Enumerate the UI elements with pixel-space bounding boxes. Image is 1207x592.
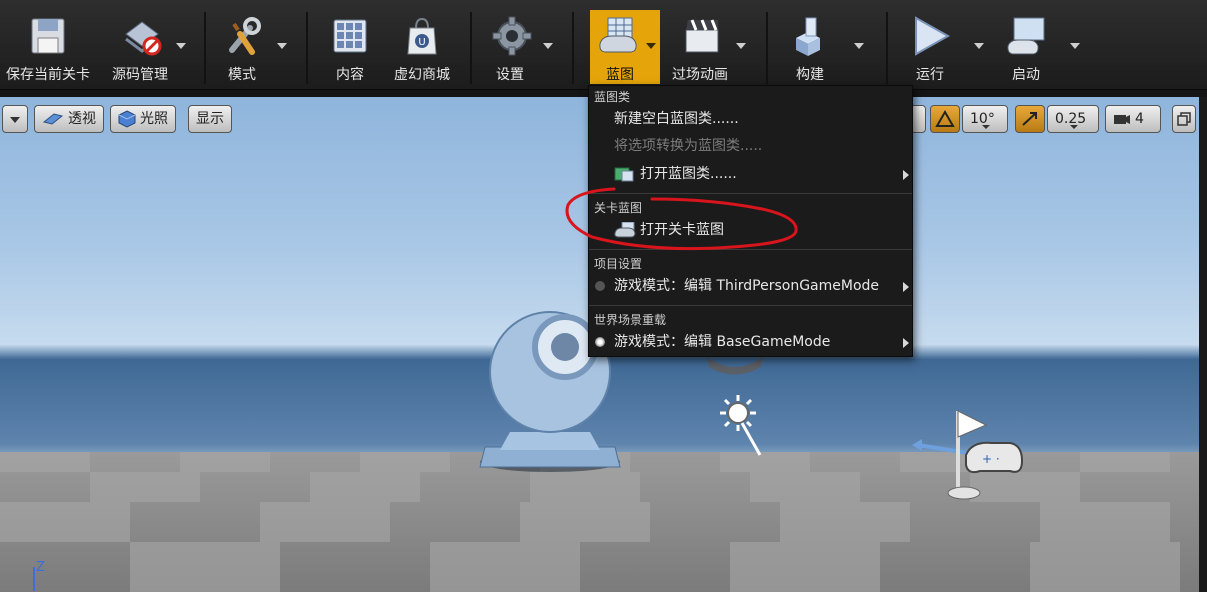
convert-to-blueprint-label: 将选项转换为蓝图类..... [614, 138, 763, 154]
perspective-button[interactable]: 透视 [34, 105, 104, 133]
toolbar-separator [886, 12, 888, 84]
show-button[interactable]: 显示 [188, 105, 232, 133]
source-control-dropdown-caret[interactable] [176, 43, 186, 49]
play-triangle-icon [915, 16, 951, 56]
marketplace-label: 虚幻商城 [394, 67, 450, 83]
rotation-snap-toggle[interactable] [930, 105, 960, 133]
play-dropdown-caret[interactable] [974, 43, 984, 49]
viewport-right-border [1199, 97, 1207, 592]
chevron-down-icon [1070, 125, 1078, 129]
camera-speed-label: 4 [1135, 111, 1144, 127]
save-current-level-label: 保存当前关卡 [6, 67, 90, 83]
active-radio-icon [595, 337, 605, 347]
toolbar-separator [204, 12, 206, 84]
svg-text:U: U [418, 37, 425, 48]
player-start-flag-icon: + · [912, 410, 1024, 500]
perspective-label: 透视 [68, 111, 96, 127]
build-button[interactable]: 构建 [774, 10, 870, 84]
play-label: 运行 [916, 67, 944, 83]
menu-item-convert-to-blueprint[interactable]: 将选项转换为蓝图类..... [589, 133, 912, 159]
menu-section-project-settings: 项目设置 [594, 257, 643, 271]
modes-button[interactable]: 模式 [210, 10, 290, 84]
marketplace-button[interactable]: U 虚幻商城 [386, 10, 458, 84]
gear-icon [492, 16, 532, 56]
floppy-disk-icon [31, 18, 65, 54]
save-current-level-button[interactable]: 保存当前关卡 [0, 10, 96, 84]
settings-dropdown-caret[interactable] [543, 43, 553, 49]
menu-item-open-blueprint-class[interactable]: 打开蓝图类...... [589, 161, 912, 187]
scale-snap-value[interactable]: 0.25 [1047, 105, 1099, 133]
scale-snap-toggle[interactable] [1015, 105, 1045, 133]
camera-icon [1113, 112, 1131, 126]
menu-item-project-game-mode[interactable]: 游戏模式：编辑 ThirdPersonGameMode [589, 273, 912, 299]
build-dropdown-caret[interactable] [854, 43, 864, 49]
submenu-arrow-icon [903, 170, 909, 180]
menu-item-new-empty-blueprint[interactable]: 新建空白蓝图类...... [589, 106, 912, 132]
restore-window-icon [1177, 112, 1191, 126]
launch-monitor-icon [1007, 17, 1045, 55]
source-control-label: 源码管理 [112, 67, 168, 83]
menu-section-blueprint-classes: 蓝图类 [594, 90, 631, 104]
project-game-mode-label: 游戏模式：编辑 ThirdPersonGameMode [614, 278, 880, 294]
open-blueprint-icon [614, 166, 634, 182]
toolbar-separator [572, 12, 574, 84]
menu-separator [589, 305, 912, 306]
settings-label: 设置 [496, 67, 524, 83]
cinematics-dropdown-caret[interactable] [736, 43, 746, 49]
toolbar-separator [470, 12, 472, 84]
build-blocks-icon [796, 17, 821, 56]
play-button[interactable]: 运行 [894, 10, 990, 84]
lighting-label: 光照 [140, 111, 168, 127]
blueprints-label: 蓝图 [606, 67, 634, 83]
build-label: 构建 [796, 67, 824, 83]
svg-text:+ ·: + · [982, 452, 1000, 466]
lit-cube-icon [118, 110, 136, 128]
toolbar-separator [766, 12, 768, 84]
content-button[interactable]: 内容 [314, 10, 386, 84]
content-label: 内容 [336, 67, 364, 83]
axis-gizmo [33, 567, 35, 591]
blueprints-dropdown-caret[interactable] [646, 43, 656, 49]
launch-dropdown-caret[interactable] [1070, 43, 1080, 49]
rotation-snap-value[interactable]: 10° [962, 105, 1008, 133]
source-control-button[interactable]: 源码管理 [100, 10, 200, 84]
menu-item-world-game-mode[interactable]: 游戏模式：编辑 BaseGameMode [589, 329, 912, 355]
submenu-arrow-icon [903, 282, 909, 292]
tools-icon [228, 17, 261, 55]
scale-arrow-icon [1022, 112, 1037, 126]
open-blueprint-class-label: 打开蓝图类...... [640, 166, 737, 182]
angle-icon [935, 110, 955, 127]
perspective-icon [42, 112, 64, 126]
shopping-bag-icon: U [407, 17, 437, 55]
chevron-down-icon [982, 125, 990, 129]
modes-dropdown-caret[interactable] [277, 43, 287, 49]
blueprints-button[interactable]: 蓝图 [590, 10, 660, 84]
content-grid-icon [333, 19, 367, 53]
red-annotation-circle [565, 187, 798, 251]
clapperboard-icon [685, 19, 719, 53]
lighting-button[interactable]: 光照 [110, 105, 176, 133]
inactive-radio-icon [595, 281, 605, 291]
settings-button[interactable]: 设置 [478, 10, 558, 84]
axis-z-label: Z [36, 560, 45, 575]
chevron-down-icon [10, 117, 20, 123]
source-control-icon [125, 21, 162, 56]
sun-light-icon [720, 395, 762, 456]
viewport-options-button[interactable] [2, 105, 28, 133]
cinematics-label: 过场动画 [672, 67, 728, 83]
new-empty-blueprint-label: 新建空白蓝图类...... [614, 111, 739, 127]
camera-speed-button[interactable]: 4 [1105, 105, 1161, 133]
world-game-mode-label: 游戏模式：编辑 BaseGameMode [614, 334, 831, 350]
show-label: 显示 [196, 111, 224, 127]
launch-label: 启动 [1012, 67, 1040, 83]
blueprint-gamepad-icon [599, 17, 637, 53]
modes-label: 模式 [228, 67, 256, 83]
toolbar-separator [306, 12, 308, 84]
cinematics-button[interactable]: 过场动画 [664, 10, 754, 84]
menu-section-world-override: 世界场景重载 [594, 313, 667, 327]
launch-button[interactable]: 启动 [990, 10, 1086, 84]
main-toolbar: 保存当前关卡 源码管理 模式 内容 U 虚幻商城 设置 蓝图 过场动画 构建 运… [0, 0, 1207, 90]
submenu-arrow-icon [903, 338, 909, 348]
maximize-viewport-button[interactable] [1172, 105, 1196, 133]
